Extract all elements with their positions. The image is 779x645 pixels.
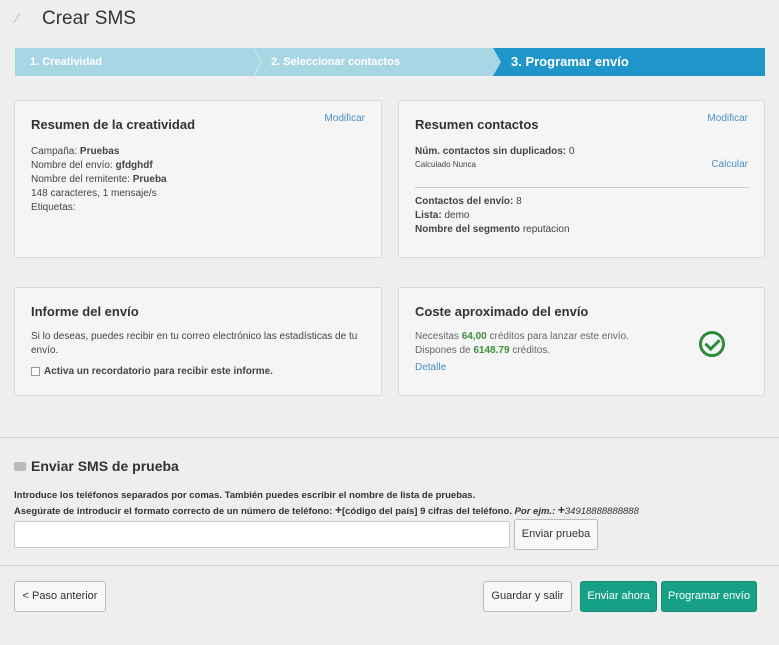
cost-needed: Necesitas 64,00 créditos para lanzar est… <box>415 331 630 342</box>
schedule-send-button[interactable]: Programar envío <box>661 581 757 612</box>
step-seleccionar-contactos[interactable]: 2. Seleccionar contactos <box>253 48 501 76</box>
send-contacts-details: Contactos del envío: 8 Lista: demo Nombr… <box>415 196 570 235</box>
calculate-link[interactable]: Calcular <box>711 159 748 170</box>
phone-icon <box>14 461 26 471</box>
campaign-value: Pruebas <box>79 146 120 157</box>
unique-contacts-value: 0 <box>568 146 575 157</box>
contacts-summary-card: Resumen contactos Modificar Núm. contact… <box>398 100 765 258</box>
calc-status: Calculado Nunca <box>415 160 476 169</box>
page-title: Crear SMS <box>42 8 136 29</box>
sender-name-value: Prueba <box>132 174 167 185</box>
check-circle-icon <box>699 331 725 357</box>
character-count: 148 caracteres, 1 mensaje/s <box>31 188 157 199</box>
cost-title: Coste aproximado del envío <box>415 304 589 319</box>
magic-wand-icon: ⁄ <box>16 10 19 27</box>
modify-creatividad-link[interactable]: Modificar <box>324 113 365 124</box>
section-divider-top <box>0 437 779 438</box>
credits-available-value: 6148.79 <box>473 345 510 356</box>
unique-contacts: Núm. contactos sin duplicados: 0 <box>415 146 575 157</box>
page-header: ⁄ Crear SMS <box>16 8 136 30</box>
section-divider-bottom <box>0 565 779 566</box>
step-creatividad[interactable]: 1. Creatividad <box>15 48 262 76</box>
creatividad-details: Campaña: Pruebas Nombre del envío: gfdgh… <box>31 145 371 215</box>
report-title: Informe del envío <box>31 304 139 319</box>
send-name-value: gfdghdf <box>115 160 153 171</box>
test-instructions: Introduce los teléfonos separados por co… <box>14 489 774 519</box>
report-text: Si lo deseas, puedes recibir en tu corre… <box>31 331 358 356</box>
cost-available: Dispones de 6148.79 créditos. <box>415 345 551 356</box>
contacts-title: Resumen contactos <box>415 117 539 132</box>
test-sms-title: Enviar SMS de prueba <box>31 458 179 474</box>
creatividad-title: Resumen de la creatividad <box>31 117 196 132</box>
segment-value: reputacion <box>522 224 570 235</box>
list-value: demo <box>444 210 470 221</box>
save-and-exit-button[interactable]: Guardar y salir <box>483 581 572 612</box>
report-reminder-option[interactable]: Activa un recordatorio para recibir este… <box>31 366 273 377</box>
send-test-button[interactable]: Enviar prueba <box>514 519 598 550</box>
step-programar-envio: 3. Programar envío <box>493 48 765 76</box>
contacts-divider <box>415 187 749 188</box>
tags-label: Etiquetas: <box>31 202 76 213</box>
send-contacts-value: 8 <box>516 196 522 207</box>
credits-needed-value: 64,00 <box>461 331 487 342</box>
report-reminder-checkbox[interactable] <box>31 366 40 376</box>
modify-contacts-link[interactable]: Modificar <box>707 113 748 124</box>
report-card: Informe del envío Si lo deseas, puedes r… <box>14 287 382 396</box>
test-instruction-2: Asegúrate de introducir el formato corre… <box>14 503 639 517</box>
test-sms-header: Enviar SMS de prueba <box>14 458 179 474</box>
previous-step-button[interactable]: < Paso anterior <box>14 581 106 612</box>
cost-detail-link[interactable]: Detalle <box>415 362 446 373</box>
test-phone-input[interactable] <box>14 521 510 548</box>
creatividad-summary-card: Resumen de la creatividad Modificar Camp… <box>14 100 382 258</box>
cost-card: Coste aproximado del envío Necesitas 64,… <box>398 287 765 396</box>
test-instruction-1: Introduce los teléfonos separados por co… <box>14 490 476 501</box>
send-now-button[interactable]: Enviar ahora <box>580 581 657 612</box>
wizard-steps: 1. Creatividad 2. Seleccionar contactos … <box>15 48 765 76</box>
